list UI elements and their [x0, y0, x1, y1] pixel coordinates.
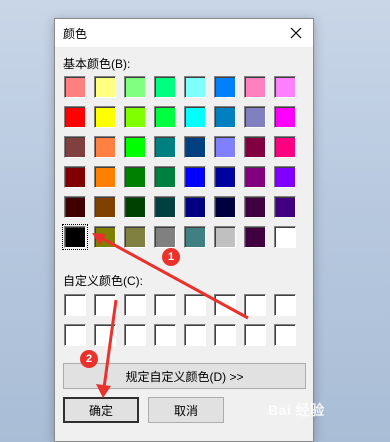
basic-color-swatch[interactable]	[94, 226, 116, 248]
basic-color-swatch[interactable]	[154, 226, 176, 248]
basic-colors-label: 基本颜色(B):	[63, 57, 131, 71]
basic-color-swatch[interactable]	[62, 224, 88, 250]
basic-color-swatch[interactable]	[154, 196, 176, 218]
basic-color-swatch[interactable]	[154, 76, 176, 98]
basic-color-swatch[interactable]	[124, 136, 146, 158]
color-dialog: 颜色 基本颜色(B): 自定义颜色(C): 规定自定义颜色(D) >> 确定 取…	[54, 18, 314, 442]
basic-color-swatch[interactable]	[124, 76, 146, 98]
basic-color-swatch[interactable]	[214, 106, 236, 128]
custom-color-swatch[interactable]	[214, 294, 236, 316]
define-custom-colors-button[interactable]: 规定自定义颜色(D) >>	[63, 363, 306, 389]
basic-color-swatch[interactable]	[64, 106, 86, 128]
custom-color-swatch[interactable]	[94, 294, 116, 316]
basic-color-swatch[interactable]	[184, 76, 206, 98]
basic-color-swatch[interactable]	[124, 106, 146, 128]
basic-color-swatch[interactable]	[94, 166, 116, 188]
basic-color-swatch[interactable]	[244, 76, 266, 98]
custom-color-swatch[interactable]	[64, 324, 86, 346]
dialog-title: 颜色	[63, 27, 88, 41]
custom-color-swatch[interactable]	[154, 324, 176, 346]
basic-color-swatch[interactable]	[214, 226, 236, 248]
close-icon	[290, 27, 302, 39]
basic-color-swatch[interactable]	[244, 226, 266, 248]
custom-color-swatch[interactable]	[244, 294, 266, 316]
basic-color-swatch[interactable]	[124, 166, 146, 188]
custom-colors-grid	[64, 294, 296, 346]
basic-color-swatch[interactable]	[244, 196, 266, 218]
basic-color-swatch[interactable]	[274, 166, 296, 188]
basic-color-swatch[interactable]	[64, 76, 86, 98]
basic-color-swatch[interactable]	[244, 136, 266, 158]
basic-color-swatch[interactable]	[64, 166, 86, 188]
cancel-button[interactable]: 取消	[148, 397, 224, 423]
close-button[interactable]	[279, 19, 313, 47]
basic-color-swatch[interactable]	[274, 76, 296, 98]
annotation-badge-1: 1	[162, 248, 180, 266]
basic-color-swatch[interactable]	[184, 136, 206, 158]
basic-color-swatch[interactable]	[184, 166, 206, 188]
basic-color-swatch[interactable]	[184, 226, 206, 248]
basic-color-swatch[interactable]	[64, 136, 86, 158]
basic-color-swatch[interactable]	[124, 196, 146, 218]
basic-color-swatch[interactable]	[214, 136, 236, 158]
basic-color-swatch[interactable]	[94, 106, 116, 128]
basic-color-swatch[interactable]	[274, 226, 296, 248]
basic-color-swatch[interactable]	[154, 106, 176, 128]
basic-color-swatch[interactable]	[214, 76, 236, 98]
custom-color-swatch[interactable]	[124, 324, 146, 346]
custom-color-swatch[interactable]	[244, 324, 266, 346]
basic-color-swatch[interactable]	[274, 106, 296, 128]
basic-color-swatch[interactable]	[184, 106, 206, 128]
basic-color-swatch[interactable]	[274, 196, 296, 218]
basic-color-swatch[interactable]	[124, 226, 146, 248]
custom-color-swatch[interactable]	[94, 324, 116, 346]
title-bar: 颜色	[55, 19, 313, 47]
basic-color-swatch[interactable]	[64, 196, 86, 218]
basic-color-swatch[interactable]	[244, 106, 266, 128]
basic-color-swatch[interactable]	[154, 166, 176, 188]
custom-color-swatch[interactable]	[124, 294, 146, 316]
custom-color-swatch[interactable]	[184, 294, 206, 316]
basic-color-swatch[interactable]	[244, 166, 266, 188]
basic-colors-grid	[62, 76, 296, 250]
custom-color-swatch[interactable]	[154, 294, 176, 316]
basic-color-swatch[interactable]	[184, 196, 206, 218]
custom-color-swatch[interactable]	[184, 324, 206, 346]
basic-color-swatch[interactable]	[94, 76, 116, 98]
basic-color-swatch[interactable]	[154, 136, 176, 158]
basic-color-swatch[interactable]	[94, 196, 116, 218]
custom-color-swatch[interactable]	[274, 324, 296, 346]
custom-color-swatch[interactable]	[274, 294, 296, 316]
custom-color-swatch[interactable]	[64, 294, 86, 316]
basic-color-swatch[interactable]	[94, 136, 116, 158]
watermark: Bai 经验	[268, 402, 325, 418]
custom-colors-label: 自定义颜色(C):	[63, 274, 143, 288]
annotation-badge-2: 2	[80, 350, 98, 368]
custom-color-swatch[interactable]	[214, 324, 236, 346]
ok-button[interactable]: 确定	[63, 397, 139, 423]
basic-color-swatch[interactable]	[214, 166, 236, 188]
basic-color-swatch[interactable]	[274, 136, 296, 158]
basic-color-swatch[interactable]	[214, 196, 236, 218]
